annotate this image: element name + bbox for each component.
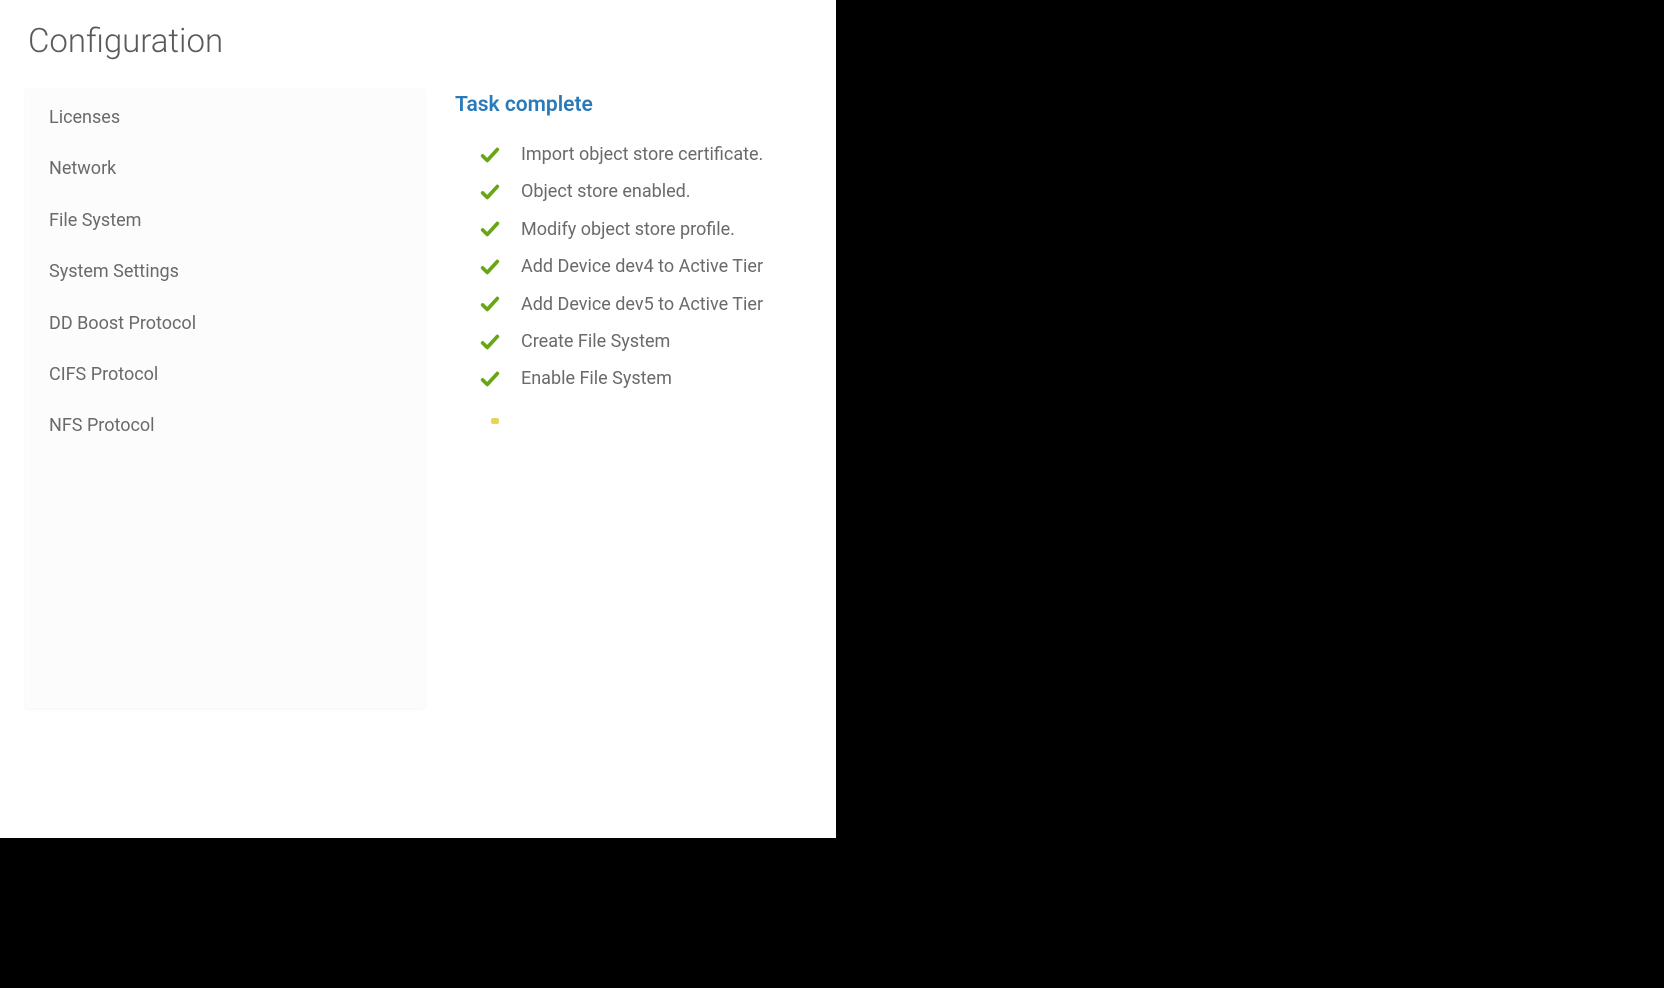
sidebar-item-label: NFS Protocol — [49, 415, 155, 436]
sidebar-item-cifs-protocol[interactable]: CIFS Protocol — [25, 349, 425, 400]
check-icon — [479, 331, 501, 353]
right-black-region — [836, 0, 1664, 838]
task-label: Object store enabled. — [521, 180, 691, 203]
pending-indicator-icon — [491, 418, 499, 424]
task-item: Enable File System — [479, 367, 825, 390]
task-item: Add Device dev4 to Active Tier — [479, 255, 825, 278]
task-label: Add Device dev4 to Active Tier — [521, 255, 763, 278]
task-item: Modify object store profile. — [479, 218, 825, 241]
task-item: Object store enabled. — [479, 180, 825, 203]
main-panel: Task complete Import object store certif… — [455, 93, 825, 405]
sidebar-item-label: System Settings — [49, 261, 179, 282]
check-icon — [479, 256, 501, 278]
sidebar-item-licenses[interactable]: Licenses — [25, 88, 425, 143]
sidebar-item-network[interactable]: Network — [25, 143, 425, 194]
check-icon — [479, 144, 501, 166]
task-label: Add Device dev5 to Active Tier — [521, 293, 763, 316]
task-item: Add Device dev5 to Active Tier — [479, 293, 825, 316]
sidebar: Licenses Network File System System Sett… — [25, 88, 425, 708]
page-title: Configuration — [28, 22, 223, 61]
content-area: Configuration Licenses Network File Syst… — [0, 0, 836, 838]
task-label: Modify object store profile. — [521, 218, 735, 241]
sidebar-item-file-system[interactable]: File System — [25, 195, 425, 246]
check-icon — [479, 368, 501, 390]
task-label: Import object store certificate. — [521, 143, 763, 166]
task-label: Create File System — [521, 330, 670, 353]
sidebar-item-label: Licenses — [49, 107, 120, 128]
check-icon — [479, 218, 501, 240]
task-list: Import object store certificate. Object … — [455, 143, 825, 391]
task-item: Import object store certificate. — [479, 143, 825, 166]
task-label: Enable File System — [521, 367, 672, 390]
sidebar-item-dd-boost-protocol[interactable]: DD Boost Protocol — [25, 298, 425, 349]
sidebar-item-nfs-protocol[interactable]: NFS Protocol — [25, 400, 425, 451]
task-complete-heading: Task complete — [455, 93, 825, 117]
check-icon — [479, 181, 501, 203]
sidebar-item-label: File System — [49, 210, 141, 231]
check-icon — [479, 293, 501, 315]
bottom-black-region — [0, 838, 1664, 988]
sidebar-item-label: Network — [49, 158, 116, 179]
task-item: Create File System — [479, 330, 825, 353]
sidebar-item-system-settings[interactable]: System Settings — [25, 246, 425, 297]
sidebar-item-label: CIFS Protocol — [49, 364, 158, 385]
sidebar-item-label: DD Boost Protocol — [49, 313, 196, 334]
